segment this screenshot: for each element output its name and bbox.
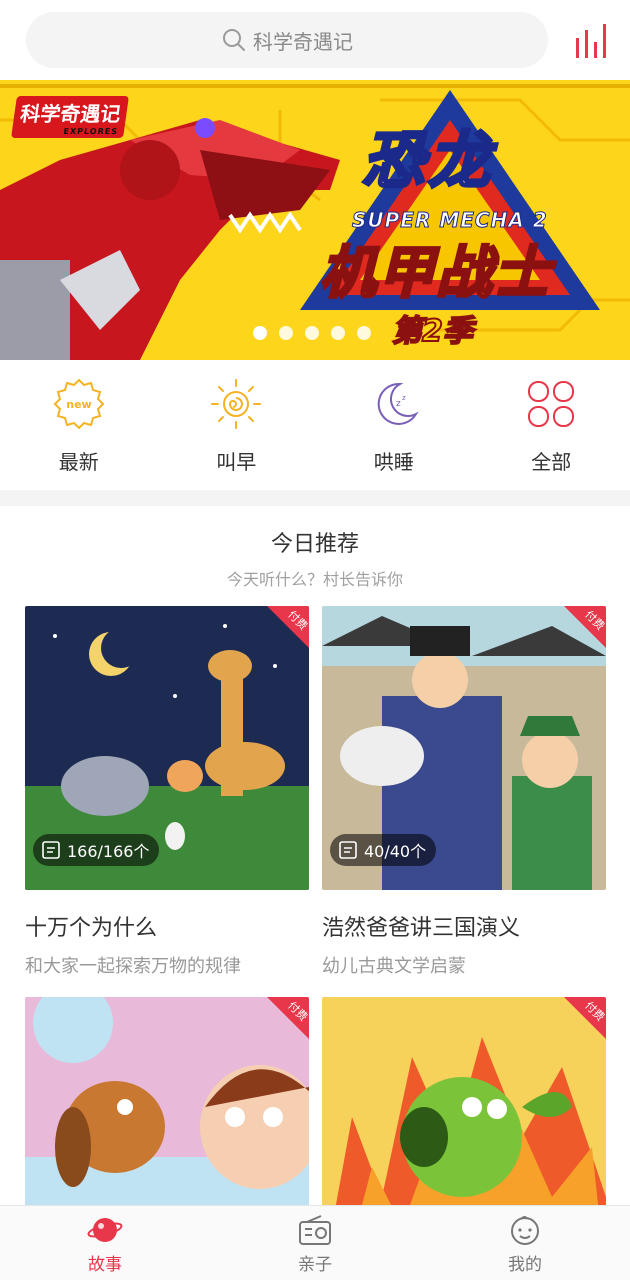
tab-mine[interactable]: 我的 xyxy=(420,1206,630,1280)
category-label: 全部 xyxy=(531,450,572,474)
track-count: 40/40个 xyxy=(330,834,437,866)
carousel-dot[interactable] xyxy=(279,326,293,340)
banner-season: 第2季 xyxy=(391,313,474,350)
album-cover: 付费 166/166个 xyxy=(25,606,309,890)
carousel-dot[interactable] xyxy=(305,326,319,340)
baby-face-icon xyxy=(511,1216,539,1245)
paid-badge-text: 付费 xyxy=(285,998,309,1024)
search-icon xyxy=(223,29,245,51)
section-subtitle: 今天听什么？村长告诉你 xyxy=(226,570,403,589)
playlist-icon xyxy=(42,841,60,859)
album-title: 浩然爸爸讲三国演义 xyxy=(322,916,521,941)
svg-text:new: new xyxy=(66,398,91,411)
banner-logo-sub: EXPLORES xyxy=(62,127,119,136)
track-count-text: 166/166个 xyxy=(67,842,150,861)
svg-text:z: z xyxy=(396,399,401,409)
banner-title-bottom: 机甲战士 xyxy=(319,240,552,308)
carousel-dot[interactable] xyxy=(331,326,345,340)
album-description: 和大家一起探索万物的规律 xyxy=(25,956,241,977)
bottom-nav: 故事 亲子 我的 xyxy=(0,1205,630,1280)
grid-icon xyxy=(528,381,575,427)
tab-story[interactable]: 故事 xyxy=(0,1206,210,1280)
album-card[interactable]: 付费 166/166个 十万个为什么 和大家一起探索万物的规律 xyxy=(25,606,309,978)
section-divider xyxy=(0,490,630,506)
moon-icon: z z xyxy=(377,382,419,425)
paid-badge: 付费 xyxy=(267,997,309,1039)
paid-badge: 付费 xyxy=(564,606,606,648)
planet-icon xyxy=(87,1218,123,1242)
paid-badge-text: 付费 xyxy=(582,607,606,633)
section-title: 今日推荐 xyxy=(270,532,359,557)
track-count-text: 40/40个 xyxy=(364,842,427,861)
category-sleep[interactable]: z z 哄睡 xyxy=(315,360,473,490)
category-label: 哄睡 xyxy=(373,450,414,474)
new-badge-icon: new xyxy=(53,378,105,430)
album-title: 十万个为什么 xyxy=(25,916,158,941)
playlist-icon xyxy=(339,841,357,859)
carousel-dots xyxy=(253,326,371,340)
paid-badge-text: 付费 xyxy=(582,998,606,1024)
search-placeholder: 科学奇遇记 xyxy=(253,29,353,54)
paid-badge: 付费 xyxy=(564,997,606,1039)
tab-label: 故事 xyxy=(88,1255,122,1275)
category-morning[interactable]: 叫早 xyxy=(158,360,316,490)
radio-icon xyxy=(299,1215,331,1245)
tab-label: 亲子 xyxy=(298,1255,332,1275)
top-bar: 科学奇遇记 xyxy=(0,0,630,80)
banner-logo-text: 科学奇遇记 xyxy=(18,102,123,126)
tab-family[interactable]: 亲子 xyxy=(210,1206,420,1280)
search-bar[interactable]: 科学奇遇记 xyxy=(26,12,548,68)
category-all[interactable]: 全部 xyxy=(473,360,630,490)
category-row: new 最新 叫早 z z 哄睡 全部 xyxy=(0,360,630,490)
category-latest[interactable]: new 最新 xyxy=(0,360,158,490)
album-cover: 付费 40/40个 xyxy=(322,606,606,890)
sun-icon xyxy=(211,379,262,429)
promo-banner[interactable]: 科学奇遇记 EXPLORES 恐龙 SUPER MECHA 2 机甲战士 第2季 xyxy=(0,80,630,360)
track-count: 166/166个 xyxy=(33,834,160,866)
carousel-dot[interactable] xyxy=(253,326,267,340)
carousel-dot[interactable] xyxy=(357,326,371,340)
paid-badge-text: 付费 xyxy=(285,607,309,633)
category-label: 叫早 xyxy=(216,450,257,474)
banner-title-top: 恐龙 xyxy=(360,123,495,199)
album-description: 幼儿古典文学启蒙 xyxy=(322,956,466,977)
banner-logo: 科学奇遇记 EXPLORES xyxy=(11,96,129,138)
tab-label: 我的 xyxy=(508,1255,542,1275)
ranking-chart-icon[interactable] xyxy=(572,20,612,60)
app-screen: 科学奇遇记 科学奇遇记 EXPLORES 恐龙 SUPER MECHA 2 机甲… xyxy=(0,0,630,1280)
paid-badge: 付费 xyxy=(267,606,309,648)
album-card[interactable]: 付费 40/40个 浩然爸爸讲三国演义 幼儿古典文学启蒙 xyxy=(322,606,606,978)
category-label: 最新 xyxy=(58,450,99,474)
svg-text:z: z xyxy=(402,394,406,402)
